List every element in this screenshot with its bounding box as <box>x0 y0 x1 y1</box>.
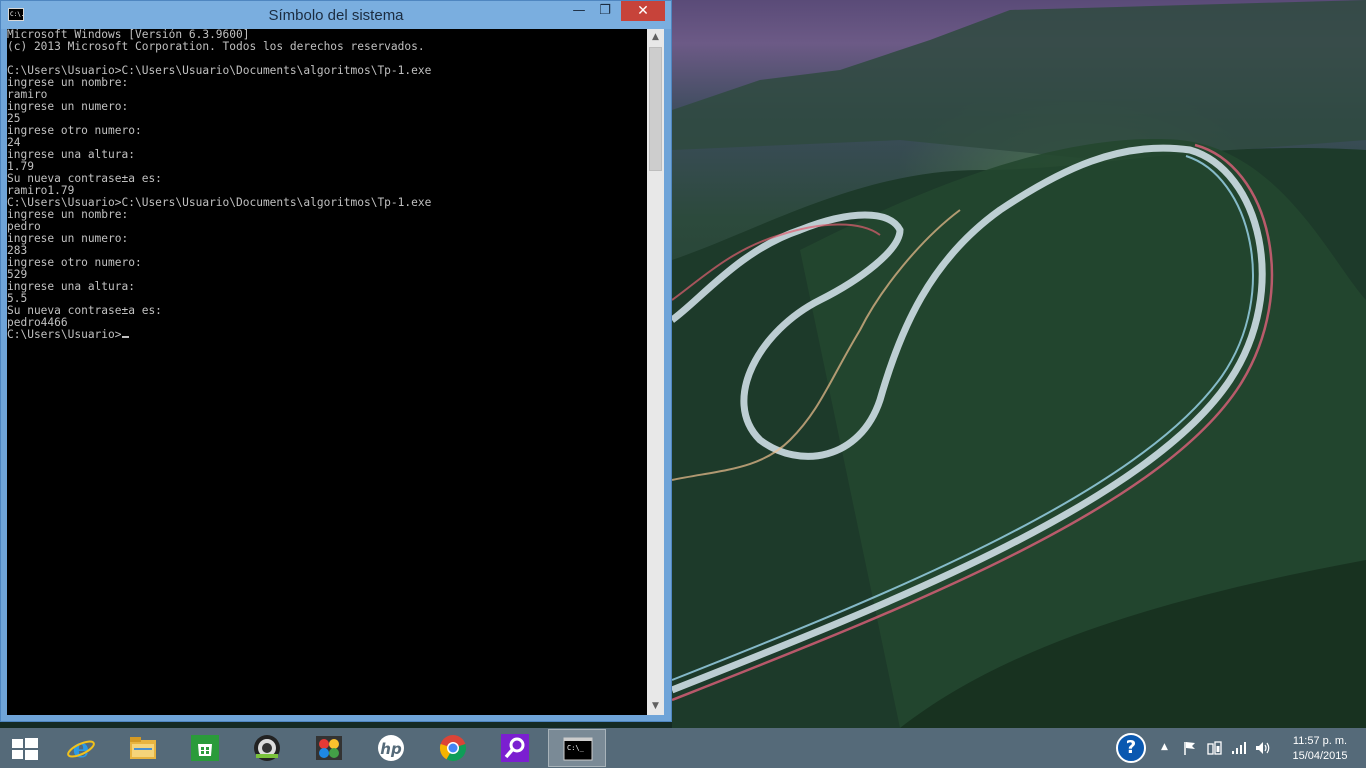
system-clock[interactable]: 11:57 p. m. 15/04/2015 <box>1284 734 1356 764</box>
windows-logo-icon <box>12 738 38 760</box>
console-line: (c) 2013 Microsoft Corporation. Todos lo… <box>7 40 425 53</box>
action-center-flag-icon[interactable] <box>1183 741 1197 755</box>
taskbar-camera-app[interactable] <box>238 729 296 767</box>
maximize-button[interactable]: ❐ <box>591 1 619 21</box>
console-prompt: C:\Users\Usuario> <box>7 328 122 341</box>
help-icon[interactable]: ? <box>1116 733 1146 763</box>
taskbar-chrome[interactable] <box>424 729 482 767</box>
taskbar-internet-explorer[interactable]: e <box>52 729 110 767</box>
show-hidden-icons-chevron-icon[interactable]: ▲ <box>1161 740 1168 754</box>
close-button[interactable]: ✕ <box>621 1 665 21</box>
store-icon <box>191 735 219 761</box>
chrome-icon <box>439 735 467 762</box>
wifi-signal-icon[interactable] <box>1231 741 1247 755</box>
power-battery-icon[interactable] <box>1207 740 1223 756</box>
console-line: ingrese una altura: <box>7 280 135 293</box>
cmd-icon: C:\_ <box>563 737 593 761</box>
taskbar-hp-app[interactable]: hp <box>362 729 420 767</box>
clock-time: 11:57 p. m. <box>1292 735 1348 747</box>
taskbar-command-prompt[interactable]: C:\_ <box>548 729 606 767</box>
taskbar-file-explorer[interactable] <box>114 729 172 767</box>
hp-icon: hp <box>378 735 404 761</box>
window-titlebar[interactable]: C:\. Símbolo del sistema — ❐ ✕ <box>1 1 671 29</box>
console-output[interactable]: Microsoft Windows [Versión 6.3.9600] (c)… <box>7 29 647 715</box>
console-line: ingrese otro numero: <box>7 124 142 137</box>
scroll-up-arrow-icon[interactable]: ▲ <box>647 29 664 46</box>
svg-text:C:\_: C:\_ <box>567 744 585 752</box>
console-line: ingrese un numero: <box>7 100 129 113</box>
svg-text:e: e <box>73 734 90 762</box>
folder-icon <box>130 737 156 759</box>
volume-speaker-icon[interactable] <box>1255 741 1271 755</box>
text-cursor <box>121 336 129 338</box>
magnifier-icon <box>501 734 529 762</box>
command-prompt-window[interactable]: C:\. Símbolo del sistema — ❐ ✕ Microsoft… <box>0 0 672 722</box>
taskbar-store[interactable] <box>176 729 234 767</box>
camera-icon <box>254 735 280 761</box>
taskbar-search-app[interactable] <box>486 729 544 767</box>
svg-text:hp: hp <box>380 740 402 758</box>
console-line: ingrese otro numero: <box>7 256 142 269</box>
taskbar-paint-app[interactable] <box>300 729 358 767</box>
console-line: ingrese un numero: <box>7 232 129 245</box>
minimize-button[interactable]: — <box>565 1 593 21</box>
ie-icon: e <box>67 734 95 762</box>
console-line: Su nueva contrase±a es: <box>7 172 162 185</box>
console-line: ingrese un nombre: <box>7 76 129 89</box>
console-prompt-line[interactable]: C:\Users\Usuario> <box>7 329 647 341</box>
console-line: ingrese una altura: <box>7 148 135 161</box>
start-button[interactable] <box>0 729 50 767</box>
taskbar: e hp C:\_ ? ▲ 11:57 p. m. 15/04/2015 <box>0 728 1366 768</box>
paint-icon <box>316 736 342 760</box>
console-line: Su nueva contrase±a es: <box>7 304 162 317</box>
console-line: ingrese un nombre: <box>7 208 129 221</box>
scroll-thumb[interactable] <box>649 47 662 171</box>
vertical-scrollbar[interactable]: ▲ ▼ <box>647 29 664 715</box>
clock-date: 15/04/2015 <box>1292 750 1348 762</box>
scroll-down-arrow-icon[interactable]: ▼ <box>647 698 664 715</box>
